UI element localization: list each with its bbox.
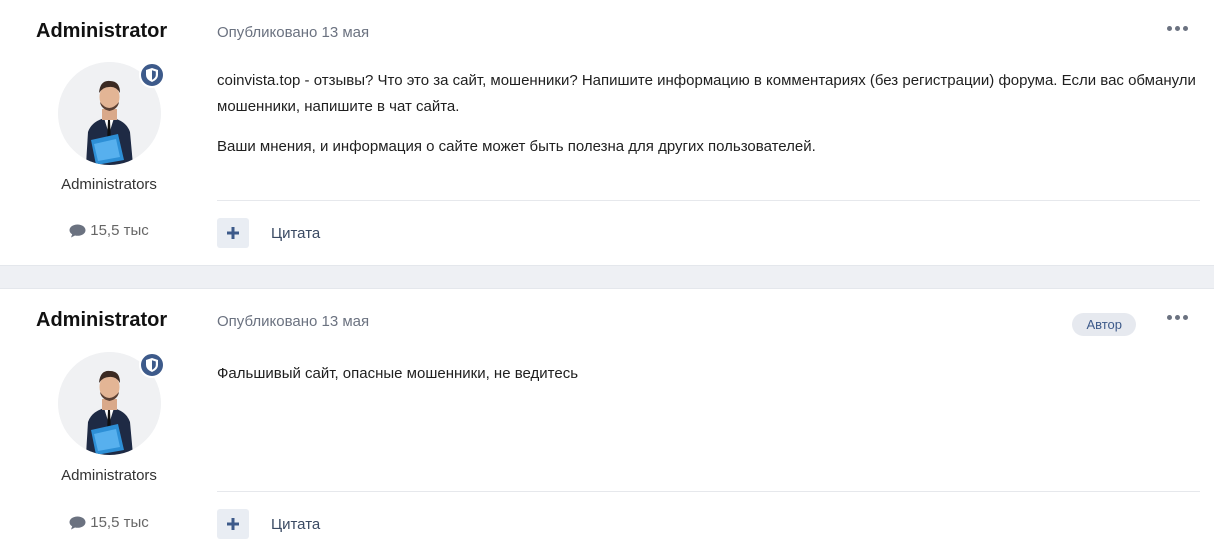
more-options-button[interactable]: [1167, 315, 1188, 320]
comment-icon: [69, 516, 86, 529]
forum-post: Administrator Administrators 15,5 тыс Оп…: [0, 0, 1214, 266]
reputation-count: 15,5 тыс: [0, 514, 218, 531]
post-paragraph: Фальшивый сайт, опасные мошенники, не ве…: [217, 365, 579, 382]
comment-icon: [69, 224, 86, 237]
ellipsis-icon: [1167, 315, 1172, 320]
author-avatar-wrap[interactable]: [58, 352, 165, 455]
plus-icon: [227, 227, 239, 239]
author-badge: Автор: [1072, 313, 1136, 336]
plus-icon: [227, 518, 239, 530]
quote-button[interactable]: Цитата: [271, 225, 320, 242]
post-date[interactable]: Опубликовано 13 мая: [217, 24, 369, 41]
divider: [217, 491, 1200, 492]
post-actions: Цитата: [217, 218, 320, 248]
post-content: Фальшивый сайт, опасные мошенники, не ве…: [217, 361, 1200, 387]
author-group: Administrators: [61, 467, 157, 484]
reputation-count: 15,5 тыс: [0, 222, 218, 239]
more-options-button[interactable]: [1167, 26, 1188, 31]
multiquote-button[interactable]: [217, 218, 249, 248]
author-name[interactable]: Administrator: [36, 20, 167, 43]
author-name[interactable]: Administrator: [36, 309, 167, 332]
post-paragraph: coinvista.top - отзывы? Что это за сайт,…: [217, 72, 1196, 115]
author-group: Administrators: [61, 176, 157, 193]
post-actions: Цитата: [217, 509, 320, 539]
shield-icon: [139, 62, 165, 88]
quote-button[interactable]: Цитата: [271, 516, 320, 533]
divider: [217, 200, 1200, 201]
post-paragraph: Ваши мнения, и информация о сайте может …: [217, 138, 816, 155]
post-date[interactable]: Опубликовано 13 мая: [217, 313, 369, 330]
reputation-value: 15,5 тыс: [90, 222, 149, 239]
multiquote-button[interactable]: [217, 509, 249, 539]
shield-icon: [139, 352, 165, 378]
forum-post: Administrator Administrators 15,5 тыс Оп…: [0, 288, 1214, 540]
reputation-value: 15,5 тыс: [90, 514, 149, 531]
ellipsis-icon: [1167, 26, 1172, 31]
author-avatar-wrap[interactable]: [58, 62, 165, 165]
post-content: coinvista.top - отзывы? Что это за сайт,…: [217, 68, 1200, 160]
